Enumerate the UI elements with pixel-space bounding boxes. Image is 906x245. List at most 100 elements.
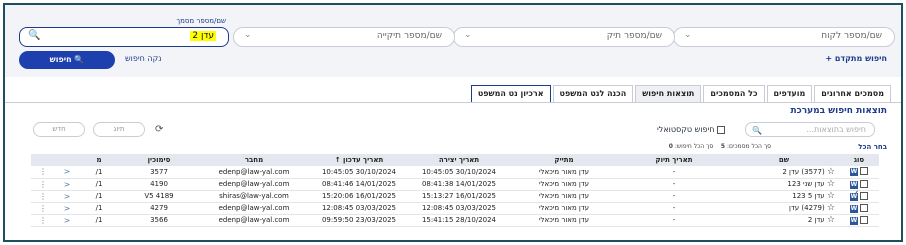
author: edenp@law-yal.com [199, 166, 309, 179]
filed-date: - [619, 190, 729, 203]
version: 1/ [79, 166, 119, 179]
clear-search-link[interactable]: נקה חיפוש [125, 54, 162, 63]
chevron-down-icon: ⌄ [464, 30, 472, 40]
author: edenp@law-yal.com [199, 178, 309, 191]
textual-search-toggle[interactable]: חיפוש טקסטואלי [657, 125, 726, 134]
updated-date: 14/01/2025 08:41:46 [309, 178, 409, 191]
results-table: סוג שם תאריך תיוק מתייק תאריך יצירה תארי… [31, 154, 879, 227]
filer: עדן מאור מיכאלי [509, 178, 619, 191]
created-date: 28/10/2024 15:41:15 [409, 214, 509, 227]
results-title: תוצאות חיפוש במערכת [790, 106, 888, 116]
app-frame: שם/מספר לקוח ⌄ שם/מספר תיק ⌄ שם/מספר תיק… [3, 3, 903, 242]
word-doc-icon: W [849, 168, 858, 177]
filer: עדן מאור מיכאלי [509, 190, 619, 203]
more-options-icon[interactable]: ⋮ [39, 167, 47, 176]
reference: 4190 [119, 178, 199, 191]
tab-search-results[interactable]: תוצאות חיפוש [635, 85, 702, 102]
chevron-down-icon: ⌄ [244, 30, 252, 40]
table-header: סוג שם תאריך תיוק מתייק תאריך יצירה תארי… [31, 154, 879, 166]
star-icon[interactable]: ☆ [827, 203, 835, 213]
search-button[interactable]: 🔍 חיפוש [19, 51, 115, 69]
updated-date: 16/01/2025 15:20:06 [309, 190, 409, 203]
table-row[interactable]: W ☆ עדן שני 123- עדן מאור מיכאלי 14/01/2025… [31, 178, 879, 191]
tab-recent[interactable]: מסמכים אחרונים [814, 85, 891, 102]
doc-name[interactable]: עדן 5 123 [792, 192, 824, 200]
reference: 3577 [119, 166, 199, 179]
table-row[interactable]: W ☆ עדן 5 123- עדן מאור מיכאלי 16/01/2025 1… [31, 190, 879, 203]
doc-name[interactable]: (4279) עדן [789, 204, 825, 212]
row-checkbox[interactable] [860, 215, 869, 224]
doc-name[interactable]: (3577) עדן 2 [782, 168, 824, 176]
updated-date: 23/03/2025 09:59:50 [309, 214, 409, 227]
refresh-icon[interactable]: ⟳ [155, 124, 163, 135]
table-row[interactable]: W ☆ (3577) עדן 2- עדן מאור מיכאלי 30/10/202… [31, 166, 879, 179]
result-counts: סך הכל מסמכים: 5 סך הכל חיפוש: 0 [668, 143, 771, 150]
version: 1/ [79, 214, 119, 227]
chevron-down-icon: ⌄ [684, 30, 692, 40]
created-date: 30/10/2024 10:45:05 [409, 166, 509, 179]
doc-name[interactable]: עדן 2 [808, 216, 825, 224]
results-search-input[interactable]: חיפוש בתוצאות... 🔍 [745, 122, 875, 137]
version: 1/ [79, 202, 119, 215]
table-row[interactable]: W ☆ (4279) עדן - עדן מאור מיכאלי 03/03/2025 … [31, 202, 879, 215]
case-select[interactable]: שם/מספר תיק ⌄ [453, 27, 675, 47]
reference: V5 4189 [119, 190, 199, 203]
filed-date: - [619, 202, 729, 215]
filter-bar: שם/מספר לקוח ⌄ שם/מספר תיק ⌄ שם/מספר תיק… [5, 5, 901, 77]
star-icon[interactable]: ☆ [827, 179, 835, 189]
tab-favorites[interactable]: מועדפים [766, 85, 813, 102]
tab-all-documents[interactable]: כל המסמכים [703, 85, 765, 102]
tab-archive[interactable]: ארכיון נט המשפט [470, 85, 551, 102]
search-icon: 🔍 [28, 30, 41, 41]
more-options-icon[interactable]: ⋮ [39, 180, 47, 189]
row-checkbox[interactable] [860, 191, 869, 200]
created-date: 14/01/2025 08:41:38 [409, 178, 509, 191]
tab-divider [5, 102, 901, 103]
doc-name[interactable]: עדן שני 123 [787, 180, 824, 188]
updated-date: 30/10/2024 10:45:05 [309, 166, 409, 179]
word-doc-icon: W [849, 204, 858, 213]
expand-arrow-icon[interactable]: ‹ [855, 188, 859, 198]
tabs: ארכיון נט המשפט הכנה לנט המשפט תוצאות חי… [469, 85, 891, 102]
author: edenp@law-yal.com [199, 214, 309, 227]
updated-date: 03/03/2025 12:08:45 [309, 202, 409, 215]
star-icon[interactable]: ☆ [827, 167, 835, 177]
version: 1/ [79, 190, 119, 203]
tag-button[interactable]: תיוג [93, 122, 145, 137]
search-icon: 🔍 [752, 126, 762, 135]
select-all-link[interactable]: בחר הכל [858, 143, 887, 151]
author: edenp@law-yal.com [199, 202, 309, 215]
reference: 3566 [119, 214, 199, 227]
row-checkbox[interactable] [860, 203, 869, 212]
star-icon[interactable]: ☆ [827, 191, 835, 201]
more-options-icon[interactable]: ⋮ [39, 216, 47, 225]
share-icon[interactable]: < [64, 192, 71, 201]
advanced-search-link[interactable]: חיפוש מתקדם + [825, 54, 887, 63]
row-checkbox[interactable] [860, 179, 869, 188]
textual-search-checkbox[interactable] [717, 125, 726, 134]
share-icon[interactable]: < [64, 167, 71, 176]
star-icon[interactable]: ☆ [827, 215, 835, 225]
folder-select[interactable]: שם/מספר תיקייה ⌄ [233, 27, 455, 47]
version: 1/ [79, 178, 119, 191]
share-icon[interactable]: < [64, 216, 71, 225]
filed-date: - [619, 214, 729, 227]
author: shiras@law-yal.com [199, 190, 309, 203]
more-options-icon[interactable]: ⋮ [39, 192, 47, 201]
row-checkbox[interactable] [860, 167, 869, 176]
search-value: עדן 2 [190, 31, 216, 41]
document-search-input[interactable]: שם/מספר מסמך עדן 2 🔍 [19, 17, 229, 47]
table-row[interactable]: W ☆ עדן 2 - עדן מאור מיכאלי 28/10/2024 15:41… [31, 214, 879, 227]
tab-prepare[interactable]: הכנה לנט המשפט [552, 85, 634, 102]
more-options-icon[interactable]: ⋮ [39, 204, 47, 213]
filed-date: - [619, 166, 729, 179]
filer: עדן מאור מיכאלי [509, 202, 619, 215]
search-icon: 🔍 [74, 55, 85, 64]
created-date: 03/03/2025 12:08:45 [409, 202, 509, 215]
filed-date: - [619, 178, 729, 191]
client-select[interactable]: שם/מספר לקוח ⌄ [673, 27, 895, 47]
share-icon[interactable]: < [64, 180, 71, 189]
filer: עדן מאור מיכאלי [509, 166, 619, 179]
new-button[interactable]: חדש [33, 122, 85, 137]
share-icon[interactable]: < [64, 204, 71, 213]
